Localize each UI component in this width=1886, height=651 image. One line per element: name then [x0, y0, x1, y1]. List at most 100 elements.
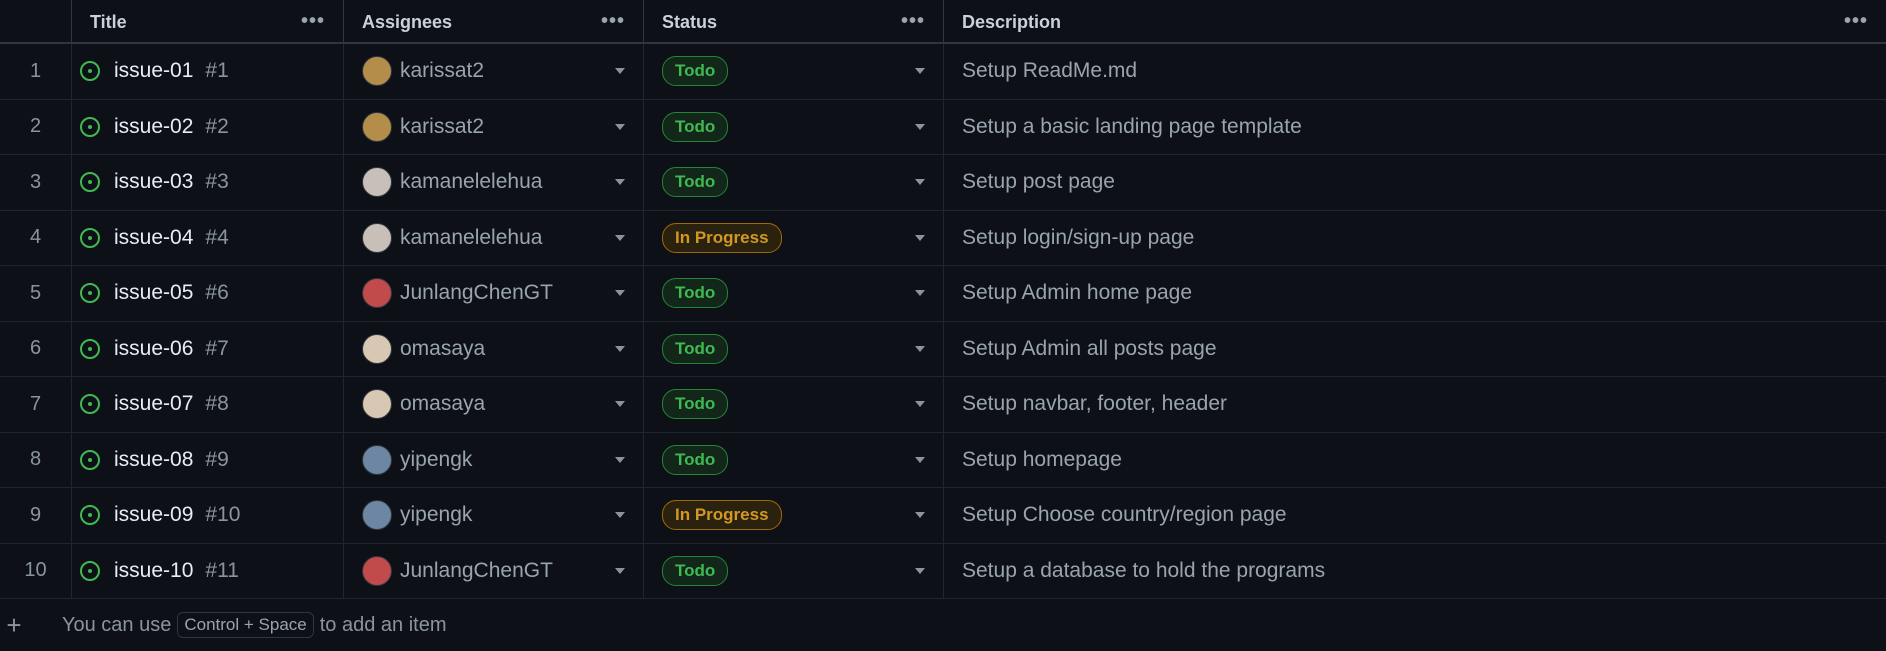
chevron-down-icon[interactable]	[615, 68, 625, 75]
table-row[interactable]: 7 issue-07 #8 omasaya Todo Setup navbar,…	[0, 377, 1886, 433]
table-row[interactable]: 1 issue-01 #1 karissat2 Todo Setup ReadM…	[0, 44, 1886, 100]
assignee-name: JunlangChenGT	[400, 558, 553, 582]
column-menu-icon[interactable]: •••	[901, 10, 925, 33]
issue-title-link[interactable]: issue-06	[114, 337, 193, 361]
table-row[interactable]: 5 issue-05 #6 JunlangChenGT Todo Setup A…	[0, 266, 1886, 322]
table-row[interactable]: 10 issue-10 #11 JunlangChenGT Todo Setup…	[0, 543, 1886, 599]
avatar	[362, 555, 392, 586]
header-status[interactable]: Status •••	[644, 0, 944, 42]
description-cell: Setup navbar, footer, header	[944, 377, 1886, 432]
assignee-name: yipengk	[400, 447, 473, 471]
assignee-cell[interactable]: kamanelelehua	[344, 155, 644, 210]
add-item-plus-icon[interactable]: +	[0, 610, 28, 641]
title-cell[interactable]: issue-07 #8	[72, 377, 344, 432]
table-row[interactable]: 3 issue-03 #3 kamanelelehua Todo Setup p…	[0, 155, 1886, 211]
chevron-down-icon[interactable]	[915, 345, 925, 352]
issue-title-link[interactable]: issue-07	[114, 392, 193, 416]
issue-title-link[interactable]: issue-04	[114, 226, 193, 250]
chevron-down-icon[interactable]	[615, 123, 625, 130]
column-menu-icon[interactable]: •••	[601, 10, 625, 33]
status-cell[interactable]: In Progress	[644, 488, 944, 543]
status-cell[interactable]: Todo	[644, 543, 944, 598]
assignee-cell[interactable]: yipengk	[344, 432, 644, 487]
chevron-down-icon[interactable]	[615, 234, 625, 241]
status-cell[interactable]: Todo	[644, 266, 944, 321]
assignee-name: karissat2	[400, 59, 485, 83]
issue-title-link[interactable]: issue-10	[114, 559, 193, 583]
header-description[interactable]: Description •••	[944, 0, 1886, 42]
status-cell[interactable]: Todo	[644, 155, 944, 210]
assignee: yipengk	[362, 500, 472, 531]
chevron-down-icon[interactable]	[615, 567, 625, 574]
chevron-down-icon[interactable]	[615, 179, 625, 186]
avatar	[362, 278, 392, 309]
chevron-down-icon[interactable]	[915, 567, 925, 574]
chevron-down-icon[interactable]	[915, 456, 925, 463]
header-index	[0, 0, 72, 42]
chevron-down-icon[interactable]	[615, 401, 625, 408]
title-cell[interactable]: issue-03 #3	[72, 155, 344, 210]
chevron-down-icon[interactable]	[915, 179, 925, 186]
issue-title-link[interactable]: issue-03	[114, 170, 193, 194]
issue-title-link[interactable]: issue-01	[114, 59, 193, 83]
status-badge: Todo	[662, 389, 729, 420]
header-title[interactable]: Title •••	[72, 0, 344, 42]
open-issue-icon	[80, 116, 100, 137]
avatar	[362, 167, 392, 198]
header-assignees[interactable]: Assignees •••	[344, 0, 644, 42]
issue-title-link[interactable]: issue-08	[114, 448, 193, 472]
title-cell[interactable]: issue-01 #1	[72, 44, 344, 99]
table-row[interactable]: 9 issue-09 #10 yipengk In Progress Setup…	[0, 488, 1886, 544]
table-row[interactable]: 2 issue-02 #2 karissat2 Todo Setup a bas…	[0, 99, 1886, 155]
title-cell[interactable]: issue-10 #11	[72, 543, 344, 598]
chevron-down-icon[interactable]	[915, 401, 925, 408]
issue-title-link[interactable]: issue-09	[114, 503, 193, 527]
chevron-down-icon[interactable]	[915, 512, 925, 519]
description-cell: Setup ReadMe.md	[944, 44, 1886, 99]
header-status-label: Status	[662, 11, 718, 32]
assignee-cell[interactable]: omasaya	[344, 377, 644, 432]
chevron-down-icon[interactable]	[915, 290, 925, 297]
issue-number: #11	[205, 558, 239, 582]
table-row[interactable]: 4 issue-04 #4 kamanelelehua In Progress …	[0, 210, 1886, 266]
status-cell[interactable]: Todo	[644, 44, 944, 99]
status-cell[interactable]: Todo	[644, 377, 944, 432]
chevron-down-icon[interactable]	[615, 290, 625, 297]
assignee-cell[interactable]: karissat2	[344, 99, 644, 154]
chevron-down-icon[interactable]	[915, 234, 925, 241]
table-row[interactable]: 6 issue-06 #7 omasaya Todo Setup Admin a…	[0, 321, 1886, 377]
assignee-cell[interactable]: kamanelelehua	[344, 210, 644, 265]
title-cell[interactable]: issue-02 #2	[72, 99, 344, 154]
title-cell[interactable]: issue-09 #10	[72, 488, 344, 543]
chevron-down-icon[interactable]	[915, 123, 925, 130]
status-badge: Todo	[662, 167, 729, 198]
assignee-cell[interactable]: omasaya	[344, 321, 644, 376]
chevron-down-icon[interactable]	[615, 456, 625, 463]
title-cell[interactable]: issue-06 #7	[72, 321, 344, 376]
issue-title-link[interactable]: issue-05	[114, 281, 193, 305]
status-badge: Todo	[662, 555, 729, 586]
status-cell[interactable]: Todo	[644, 99, 944, 154]
status-badge: Todo	[662, 444, 729, 475]
assignee: omasaya	[362, 389, 485, 420]
status-cell[interactable]: Todo	[644, 432, 944, 487]
status-cell[interactable]: In Progress	[644, 210, 944, 265]
title-cell[interactable]: issue-05 #6	[72, 266, 344, 321]
column-menu-icon[interactable]: •••	[301, 10, 325, 33]
chevron-down-icon[interactable]	[615, 512, 625, 519]
assignee-cell[interactable]: yipengk	[344, 488, 644, 543]
status-cell[interactable]: Todo	[644, 321, 944, 376]
title-cell[interactable]: issue-04 #4	[72, 210, 344, 265]
title-cell[interactable]: issue-08 #9	[72, 432, 344, 487]
column-menu-icon[interactable]: •••	[1844, 10, 1868, 33]
chevron-down-icon[interactable]	[915, 68, 925, 75]
issue-title-link[interactable]: issue-02	[114, 115, 193, 139]
status-badge: Todo	[662, 56, 729, 87]
chevron-down-icon[interactable]	[615, 345, 625, 352]
assignee-cell[interactable]: JunlangChenGT	[344, 543, 644, 598]
assignee-cell[interactable]: JunlangChenGT	[344, 266, 644, 321]
table-row[interactable]: 8 issue-08 #9 yipengk Todo Setup homepag…	[0, 432, 1886, 488]
row-number: 3	[29, 170, 42, 193]
assignee-cell[interactable]: karissat2	[344, 44, 644, 99]
row-number: 8	[29, 448, 42, 471]
